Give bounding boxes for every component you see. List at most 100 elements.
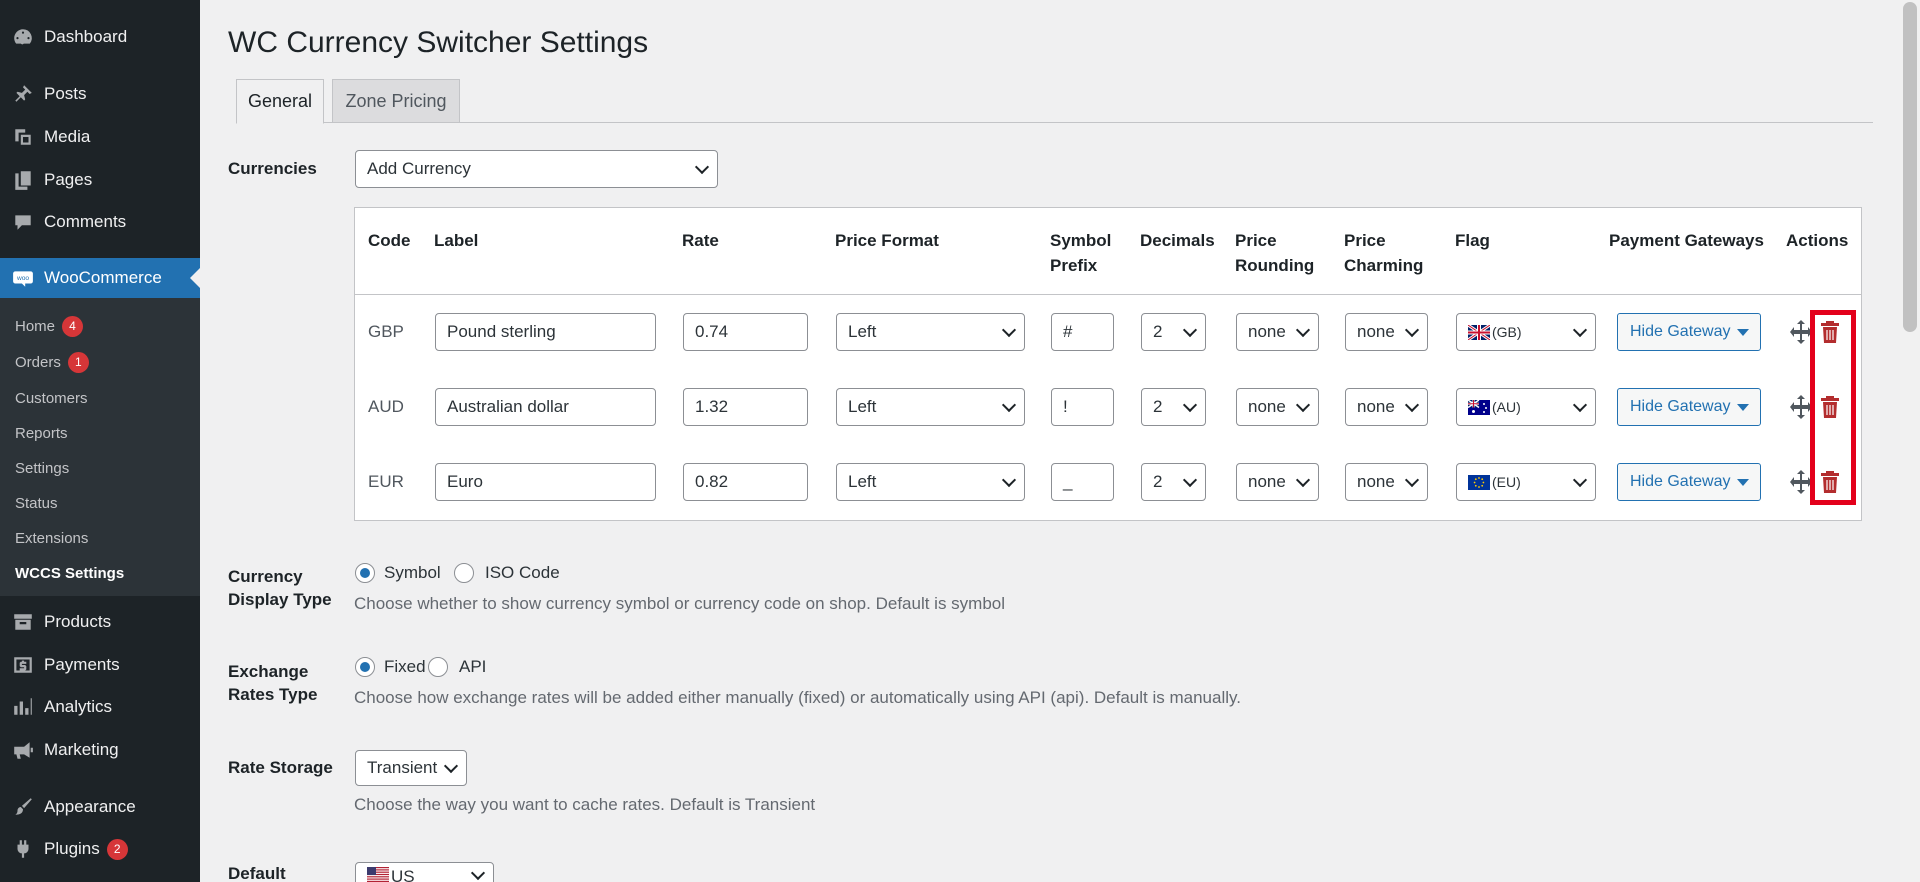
chevron-down-icon — [1182, 397, 1198, 413]
price-charming-select[interactable]: none — [1345, 313, 1428, 351]
iso-code-radio-label[interactable]: ISO Code — [485, 563, 560, 583]
submenu-label: Settings — [15, 459, 70, 477]
menu-analytics[interactable]: Analytics — [0, 687, 200, 727]
menu-label: WooCommerce — [44, 268, 162, 287]
submenu-label: Customers — [15, 389, 88, 407]
main-content: WC Currency Switcher Settings General Zo… — [200, 0, 1900, 882]
price-rounding-select[interactable]: none — [1236, 388, 1319, 426]
hide-gateway-button[interactable]: Hide Gateway — [1617, 313, 1761, 351]
menu-label: Analytics — [44, 697, 113, 716]
submenu-customers[interactable]: Customers — [15, 386, 88, 410]
symbol-prefix-input[interactable]: _ — [1051, 463, 1114, 501]
menu-woocommerce[interactable]: woo WooCommerce — [0, 258, 200, 298]
submenu-label: Extensions — [15, 529, 89, 547]
menu-label: Posts — [44, 84, 87, 103]
currency-rate-input[interactable]: 0.82 — [683, 463, 808, 501]
paintbrush-icon — [10, 794, 36, 820]
decimals-select[interactable]: 2 — [1141, 313, 1206, 351]
rate-storage-label: Rate Storage — [228, 758, 333, 777]
th-rate: Rate — [682, 231, 719, 250]
th-code: Code — [368, 231, 411, 250]
flag-select[interactable]: (EU) — [1456, 463, 1596, 501]
flag-select[interactable]: (GB) — [1456, 313, 1596, 351]
woo-icon: woo — [10, 265, 36, 291]
decimals-select[interactable]: 2 — [1141, 463, 1206, 501]
display-type-label: Currency Display Type — [228, 565, 332, 611]
th-line: Rounding — [1235, 256, 1315, 275]
delete-column-highlight — [1810, 310, 1856, 505]
hide-gateway-button[interactable]: Hide Gateway — [1617, 463, 1761, 501]
table-header: Code Label Rate Price Format Symbol Prefi… — [355, 208, 1861, 295]
submenu-extensions[interactable]: Extensions — [15, 526, 88, 550]
submenu-wccs-settings[interactable]: WCCS Settings — [15, 561, 124, 585]
symbol-radio[interactable] — [355, 563, 375, 583]
iso-code-radio[interactable] — [454, 563, 474, 583]
currency-rate-input[interactable]: 0.74 — [683, 313, 808, 351]
menu-media[interactable]: Media — [0, 117, 200, 157]
th-actions: Actions — [1786, 231, 1849, 250]
menu-label: Products — [44, 612, 112, 631]
submenu-status[interactable]: Status — [15, 491, 58, 515]
th-price-charming: Price Charming — [1344, 228, 1423, 278]
default-currency-select[interactable]: US — [355, 862, 494, 882]
menu-dashboard[interactable]: Dashboard — [0, 17, 200, 57]
add-currency-select[interactable]: Add Currency — [355, 150, 718, 188]
submenu-settings[interactable]: Settings — [15, 456, 69, 480]
menu-marketing[interactable]: Marketing — [0, 730, 200, 770]
page-scrollbar[interactable] — [1900, 0, 1920, 882]
hide-gateway-button[interactable]: Hide Gateway — [1617, 388, 1761, 426]
tab-general[interactable]: General — [236, 79, 324, 124]
select-value: Transient — [367, 758, 438, 777]
select-value: none — [1357, 472, 1395, 491]
caret-down-icon — [1737, 479, 1749, 486]
flag-au-icon — [1468, 399, 1490, 415]
price-format-select[interactable]: Left — [836, 388, 1025, 426]
symbol-radio-label[interactable]: Symbol — [384, 563, 441, 583]
flag-eu-icon — [1468, 474, 1490, 490]
menu-appearance[interactable]: Appearance — [0, 787, 200, 827]
currency-label-input[interactable]: Pound sterling — [435, 313, 656, 351]
button-label: Hide Gateway — [1630, 473, 1731, 490]
api-radio[interactable] — [428, 657, 448, 677]
menu-products[interactable]: Products — [0, 602, 200, 642]
price-rounding-select[interactable]: none — [1236, 313, 1319, 351]
currency-label-input[interactable]: Australian dollar — [435, 388, 656, 426]
tab-zone-pricing[interactable]: Zone Pricing — [332, 79, 460, 123]
menu-payments[interactable]: Payments — [0, 645, 200, 685]
submenu-orders[interactable]: Orders 1 — [15, 350, 89, 374]
submenu-reports[interactable]: Reports — [15, 421, 68, 445]
th-label: Label — [434, 231, 479, 250]
fixed-radio-label[interactable]: Fixed — [384, 657, 426, 677]
price-rounding-select[interactable]: none — [1236, 463, 1319, 501]
th-line: Charming — [1344, 256, 1424, 275]
scrollbar-thumb[interactable] — [1903, 2, 1917, 332]
submenu-home[interactable]: Home 4 — [15, 314, 84, 338]
megaphone-icon — [10, 737, 36, 763]
menu-label: Marketing — [44, 740, 119, 759]
price-format-select[interactable]: Left — [836, 463, 1025, 501]
price-format-select[interactable]: Left — [836, 313, 1025, 351]
menu-plugins[interactable]: Plugins 2 — [0, 829, 200, 869]
api-radio-label[interactable]: API — [459, 657, 486, 677]
symbol-prefix-input[interactable]: # — [1051, 313, 1114, 351]
pin-icon — [10, 81, 36, 107]
select-value: (AU) — [1492, 399, 1521, 415]
menu-comments[interactable]: Comments — [0, 202, 200, 242]
flag-select[interactable]: (AU) — [1456, 388, 1596, 426]
symbol-prefix-input[interactable]: ! — [1051, 388, 1114, 426]
price-charming-select[interactable]: none — [1345, 463, 1428, 501]
th-price-rounding: Price Rounding — [1235, 228, 1314, 278]
menu-posts[interactable]: Posts — [0, 74, 200, 114]
rate-storage-select[interactable]: Transient — [355, 750, 467, 786]
price-charming-select[interactable]: none — [1345, 388, 1428, 426]
menu-label: Dashboard — [44, 27, 128, 46]
chevron-down-icon — [1001, 472, 1017, 488]
currency-label-input[interactable]: Euro — [435, 463, 656, 501]
select-value: Left — [848, 397, 877, 416]
decimals-select[interactable]: 2 — [1141, 388, 1206, 426]
currency-rate-input[interactable]: 1.32 — [683, 388, 808, 426]
chevron-down-icon — [1182, 322, 1198, 338]
menu-pages[interactable]: Pages — [0, 160, 200, 200]
fixed-radio[interactable] — [355, 657, 375, 677]
select-value: 2 — [1153, 472, 1163, 491]
